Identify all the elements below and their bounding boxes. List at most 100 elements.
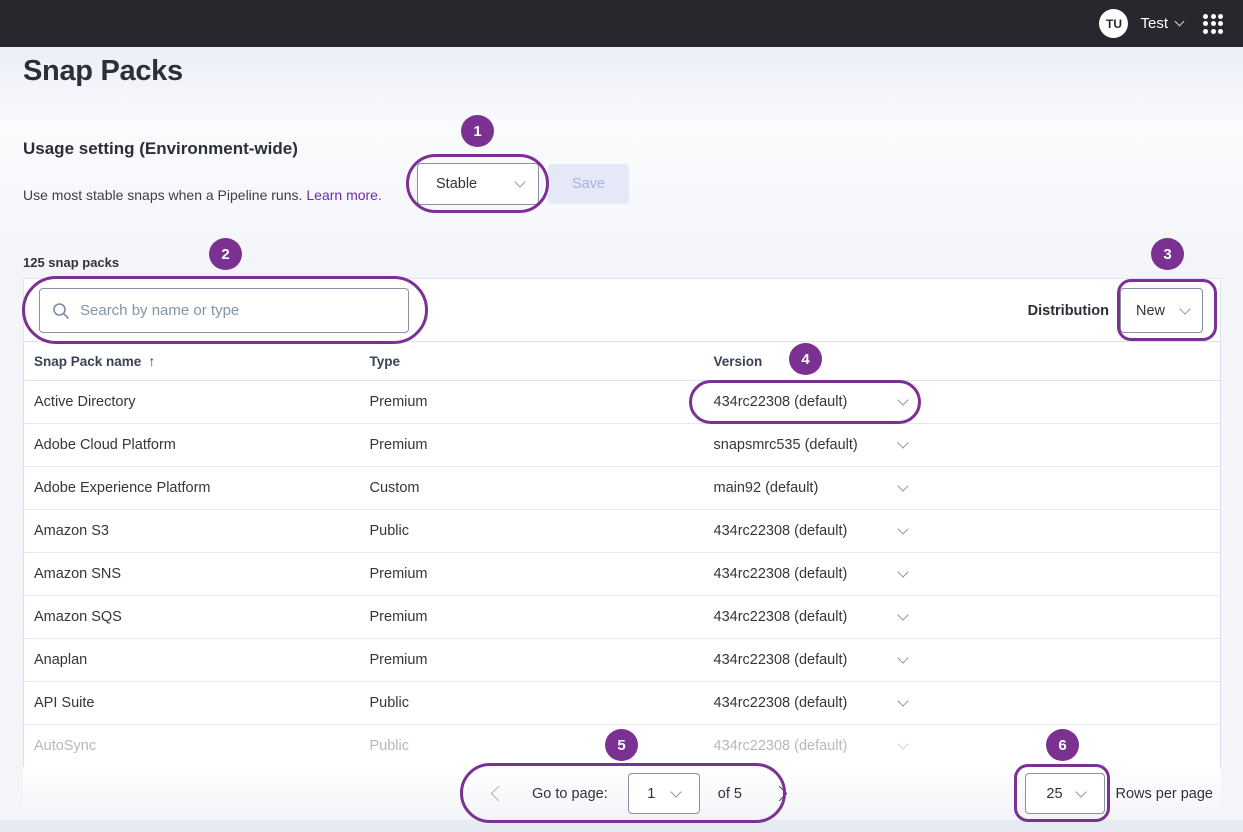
rows-per-page-value: 25 [1046,786,1062,802]
chevron-down-icon [514,176,525,187]
usage-setting-select[interactable]: Stable [417,163,539,205]
snap-pack-type: Custom [370,480,420,496]
column-header-version[interactable]: Version [704,342,1221,381]
search-box[interactable] [39,288,409,333]
chevron-down-icon [897,652,908,663]
table-footer: Go to page: 1 of 5 25 Rows per page [23,767,1221,820]
go-to-page-label: Go to page: [532,786,608,802]
distribution-label: Distribution [1028,303,1109,319]
snap-pack-name: Amazon SQS [34,609,122,625]
sort-ascending-icon: ↑ [148,353,155,369]
avatar[interactable]: TU [1099,9,1128,38]
annotation-badge-1: 1 [461,115,494,147]
table-toolbar: Distribution New [23,278,1221,341]
annotation-badge-4: 4 [789,343,822,375]
table-row: Active Directory Premium 434rc22308 (def… [24,381,1221,424]
chevron-down-icon [671,786,682,797]
usage-setting-description: Use most stable snaps when a Pipeline ru… [23,187,382,203]
usage-setting-select-value: Stable [436,176,477,192]
version-select-value: 434rc22308 (default) [714,523,848,539]
learn-more-link[interactable]: Learn more. [306,187,381,203]
version-select[interactable]: 434rc22308 (default) [714,738,907,754]
topbar-right-group: TU Test [1099,0,1223,47]
next-page-button[interactable] [772,786,788,802]
version-select-value: 434rc22308 (default) [714,738,848,754]
environment-menu[interactable]: Test [1140,15,1183,32]
version-select[interactable]: 434rc22308 (default) [714,566,907,582]
annotation-badge-3: 3 [1151,238,1184,270]
version-select-value: snapsmrc535 (default) [714,437,858,453]
distribution-select-value: New [1136,303,1165,319]
page: TU Test Snap Packs Usage setting (Enviro… [0,0,1243,832]
save-button[interactable]: Save [548,164,629,204]
top-navigation-bar: TU Test [0,0,1243,47]
rows-per-page-label: Rows per page [1115,786,1213,802]
version-select-value: 434rc22308 (default) [714,652,848,668]
chevron-down-icon [897,566,908,577]
version-select[interactable]: 434rc22308 (default) [714,695,907,711]
table-row: Adobe Cloud Platform Premium snapsmrc535… [24,424,1221,467]
table-row: Anaplan Premium 434rc22308 (default) [24,639,1221,682]
table-row: Adobe Experience Platform Custom main92 … [24,467,1221,510]
annotation-badge-5: 5 [605,729,638,761]
column-header-name[interactable]: Snap Pack name↑ [24,342,360,381]
search-icon [52,302,70,320]
table-row: Amazon S3 Public 434rc22308 (default) [24,510,1221,553]
snap-pack-type: Premium [370,652,428,668]
snap-pack-name: Active Directory [34,394,136,410]
rows-per-page-control: 25 Rows per page [1025,773,1213,814]
version-select[interactable]: 434rc22308 (default) [714,652,907,668]
chevron-down-icon [1075,786,1086,797]
page-select[interactable]: 1 [628,773,700,814]
snap-pack-count: 125 snap packs [23,255,119,270]
chevron-down-icon [897,609,908,620]
description-text: Use most stable snaps when a Pipeline ru… [23,187,302,203]
snap-pack-name: Adobe Experience Platform [34,480,211,496]
version-select[interactable]: 434rc22308 (default) [714,609,907,625]
version-select[interactable]: snapsmrc535 (default) [714,437,907,453]
page-title: Snap Packs [23,55,183,88]
usage-setting-heading: Usage setting (Environment-wide) [23,139,298,159]
environment-label: Test [1140,15,1168,32]
version-select[interactable]: 434rc22308 (default) [714,523,907,539]
snap-pack-type: Public [370,695,410,711]
snap-packs-table: Snap Pack name↑ Type Version Active Dire… [23,341,1221,768]
snap-pack-name: Amazon S3 [34,523,109,539]
chevron-down-icon [897,523,908,534]
chevron-down-icon [897,738,908,749]
annotation-badge-2: 2 [209,238,242,270]
avatar-initials: TU [1106,17,1122,31]
table-row: Amazon SNS Premium 434rc22308 (default) [24,553,1221,596]
usage-setting-controls: Stable Save [417,163,629,205]
snap-pack-type: Premium [370,437,428,453]
chevron-down-icon [897,394,908,405]
distribution-filter: Distribution New [1028,288,1203,333]
apps-grid-icon[interactable] [1203,14,1223,34]
version-select-value: 434rc22308 (default) [714,394,848,410]
snap-pack-type: Premium [370,609,428,625]
version-select-value: 434rc22308 (default) [714,566,848,582]
table-body: Active Directory Premium 434rc22308 (def… [24,381,1221,768]
distribution-select[interactable]: New [1120,288,1203,333]
chevron-down-icon [1175,17,1185,27]
chevron-down-icon [897,437,908,448]
bottom-strip [0,820,1243,832]
previous-page-button[interactable] [491,786,507,802]
chevron-down-icon [897,695,908,706]
snap-pack-type: Premium [370,394,428,410]
snap-pack-name: Amazon SNS [34,566,121,582]
snap-pack-name: Anaplan [34,652,87,668]
snap-pack-type: Public [370,523,410,539]
page-select-value: 1 [647,786,655,802]
pagination: Go to page: 1 of 5 [493,767,785,820]
rows-per-page-select[interactable]: 25 [1025,773,1105,814]
snap-pack-name: AutoSync [34,738,96,754]
version-select-value: 434rc22308 (default) [714,609,848,625]
version-select[interactable]: 434rc22308 (default) [714,394,907,410]
search-input[interactable] [80,302,396,319]
version-select[interactable]: main92 (default) [714,480,907,496]
column-header-type[interactable]: Type [360,342,704,381]
version-select-value: main92 (default) [714,480,819,496]
chevron-down-icon [897,480,908,491]
page-total-label: of 5 [718,786,742,802]
